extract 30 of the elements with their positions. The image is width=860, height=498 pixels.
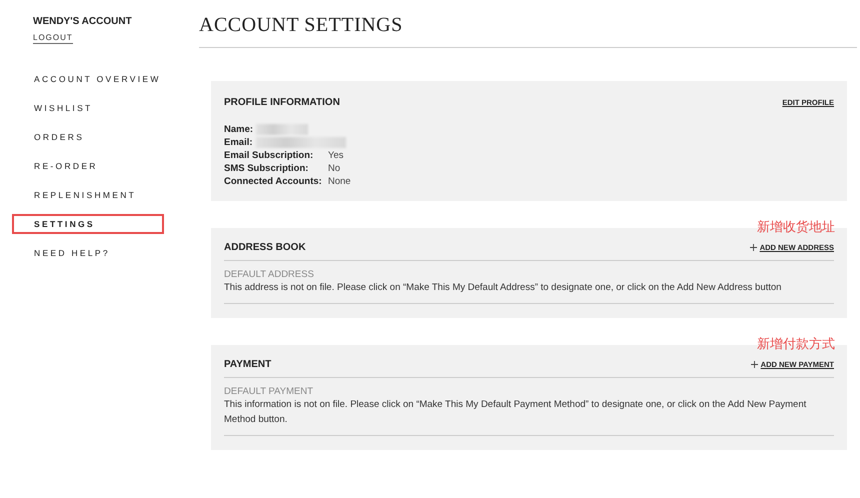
section-title: PAYMENT xyxy=(224,359,272,370)
field-value: Yes xyxy=(328,150,344,161)
account-name: WENDY'S ACCOUNT xyxy=(33,16,133,27)
field-value: None xyxy=(328,176,351,187)
nav-item[interactable]: SETTINGS xyxy=(12,214,164,234)
section-title: ADDRESS BOOK xyxy=(224,242,306,253)
field-label: SMS Subscription: xyxy=(224,163,310,174)
page-title: ACCOUNT SETTINGS xyxy=(199,14,857,48)
nav-item[interactable]: ORDERS xyxy=(12,127,164,147)
nav-item[interactable]: RE-ORDER xyxy=(12,156,164,176)
field-label: Connected Accounts: xyxy=(224,176,323,187)
field-value: No xyxy=(328,163,340,174)
field-label: Email Subscription: xyxy=(224,150,314,161)
logout-link[interactable]: LOGOUT xyxy=(33,33,73,44)
nav-item[interactable]: WISHLIST xyxy=(12,98,164,118)
section-subtitle: DEFAULT ADDRESS xyxy=(224,269,315,280)
field-label: Name: xyxy=(224,124,254,135)
section-subtitle: DEFAULT PAYMENT xyxy=(224,386,314,397)
section-text: This address is not on file. Please click on “Make This My Default Address” to designate one, or click on the Add New Address button xyxy=(224,280,834,304)
field-label: Email: xyxy=(224,137,253,148)
nav-item[interactable]: REPLENISHMENT xyxy=(12,185,164,205)
section-title: PROFILE INFORMATION xyxy=(224,97,340,108)
annotation-text: 新增收货地址 xyxy=(757,218,835,236)
annotation-text: 新增付款方式 xyxy=(757,335,835,353)
nav-item[interactable]: ACCOUNT OVERVIEW xyxy=(12,69,164,89)
plus-icon xyxy=(750,360,759,369)
section-text: This information is not on file. Please click on “Make This My Default Payment Method” to designate one, or click on the Add New Payment Method button. xyxy=(224,397,834,436)
redacted-value xyxy=(256,124,308,135)
nav-item[interactable]: NEED HELP? xyxy=(12,243,164,263)
plus-icon xyxy=(748,243,758,252)
